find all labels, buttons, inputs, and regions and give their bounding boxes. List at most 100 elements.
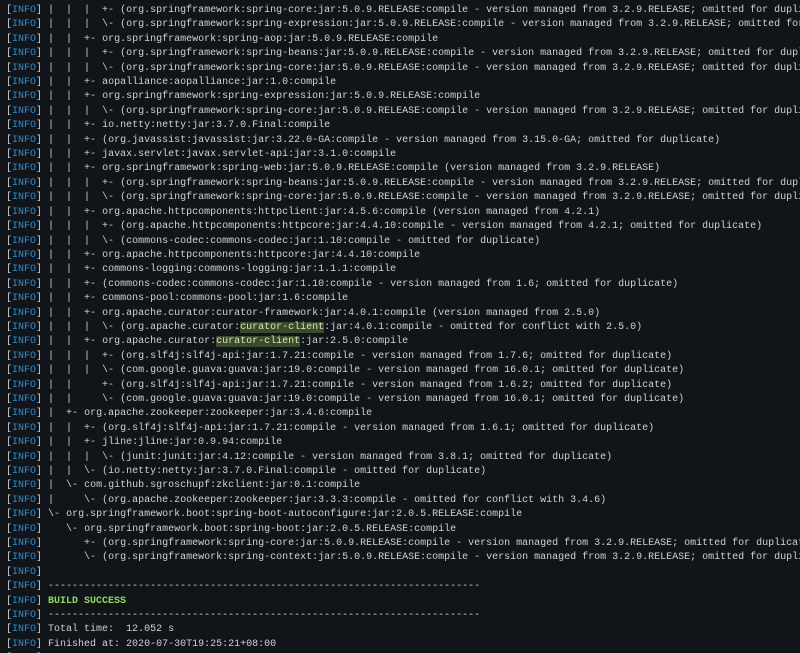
tree-branch: | | +- [48, 34, 102, 45]
log-level: INFO [12, 178, 36, 189]
log-level: INFO [12, 639, 36, 650]
log-level: INFO [12, 149, 36, 160]
tree-branch: | | | +- [48, 5, 120, 16]
dependency-text: org.springframework.boot:spring-boot:jar… [84, 524, 456, 535]
tree-branch: | | | \- [48, 365, 120, 376]
log-level: INFO [12, 596, 36, 607]
log-level: INFO [12, 77, 36, 88]
log-line: [INFO] | \- com.github.sgroschupf:zkclie… [6, 479, 794, 493]
log-level: INFO [12, 279, 36, 290]
dependency-text: org.apache.curator:curator-framework:jar… [102, 308, 600, 319]
dependency-text: jline:jline:jar:0.9.94:compile [102, 437, 282, 448]
tree-branch: | | +- [48, 380, 120, 391]
log-level: INFO [12, 466, 36, 477]
log-level: INFO [12, 120, 36, 131]
log-line: [INFO] | | | \- (org.apache.curator:cura… [6, 321, 794, 335]
log-line: [INFO] \- (org.springframework:spring-co… [6, 551, 794, 565]
tree-branch: | | +- [48, 437, 102, 448]
tree-branch: | | +- [48, 293, 102, 304]
log-level: INFO [12, 264, 36, 275]
log-level: INFO [12, 351, 36, 362]
dependency-text: :jar:4.0.1:compile - omitted for conflic… [324, 322, 642, 333]
log-level: INFO [12, 423, 36, 434]
dependency-text: (org.springframework:spring-core:jar:5.0… [120, 192, 800, 203]
dependency-text: (org.springframework:spring-expression:j… [120, 19, 800, 30]
dependency-text: commons-logging:commons-logging:jar:1.1.… [102, 264, 396, 275]
tree-branch: | | | \- [48, 63, 120, 74]
log-level: INFO [12, 624, 36, 635]
tree-branch: | | | \- [48, 236, 120, 247]
log-level: INFO [12, 34, 36, 45]
log-line: [INFO] | | | \- (org.springframework:spr… [6, 62, 794, 76]
total-time: Total time: 12.052 s [48, 624, 174, 635]
tree-branch: | | +- [48, 207, 102, 218]
log-line: [INFO] | | +- (commons-codec:commons-cod… [6, 278, 794, 292]
log-line: [INFO] BUILD SUCCESS [6, 595, 794, 609]
log-line: [INFO] | | +- commons-logging:commons-lo… [6, 263, 794, 277]
dependency-text: javax.servlet:javax.servlet-api:jar:3.1.… [102, 149, 396, 160]
log-line: [INFO] | | | +- (org.slf4j:slf4j-api:jar… [6, 350, 794, 364]
dependency-text: org.apache.curator: [102, 336, 216, 347]
dependency-text: (com.google.guava:guava:jar:19.0:compile… [120, 365, 684, 376]
dependency-text: aopalliance:aopalliance:jar:1.0:compile [102, 77, 336, 88]
tree-branch: | | | \- [48, 452, 120, 463]
finished-at: Finished at: 2020-07-30T19:25:21+08:00 [48, 639, 276, 650]
log-level: INFO [12, 365, 36, 376]
log-level: INFO [12, 509, 36, 520]
dependency-text: (junit:junit:jar:4.12:compile - version … [120, 452, 612, 463]
log-level: INFO [12, 538, 36, 549]
log-line: [INFO] | | +- commons-pool:commons-pool:… [6, 292, 794, 306]
log-level: INFO [12, 322, 36, 333]
log-level: INFO [12, 336, 36, 347]
log-level: INFO [12, 5, 36, 16]
tree-branch: | | +- [48, 77, 102, 88]
log-line: [INFO] | | | \- (com.google.guava:guava:… [6, 364, 794, 378]
tree-branch: | | +- [48, 149, 102, 160]
tree-branch: \- [48, 524, 84, 535]
tree-branch: \- [48, 509, 66, 520]
dependency-text: org.springframework:spring-web:jar:5.0.9… [102, 163, 660, 174]
log-level: INFO [12, 91, 36, 102]
log-level: INFO [12, 394, 36, 405]
tree-branch: | \- [48, 495, 102, 506]
dependency-text: (org.apache.curator: [120, 322, 240, 333]
log-level: INFO [12, 221, 36, 232]
log-line: [INFO] | | | \- (commons-codec:commons-c… [6, 235, 794, 249]
log-line: [INFO] | | \- (com.google.guava:guava:ja… [6, 393, 794, 407]
tree-branch: | \- [48, 480, 84, 491]
tree-branch: | | +- [48, 336, 102, 347]
maven-console-output: [INFO] | | | +- (org.springframework:spr… [0, 0, 800, 653]
dependency-text: org.springframework:spring-aop:jar:5.0.9… [102, 34, 438, 45]
dependency-text: :jar:2.5.0:compile [300, 336, 408, 347]
dependency-text: (org.springframework:spring-beans:jar:5.… [120, 48, 800, 59]
log-line: [INFO] | | +- io.netty:netty:jar:3.7.0.F… [6, 119, 794, 133]
dependency-text: (org.slf4j:slf4j-api:jar:1.7.21:compile … [120, 351, 672, 362]
log-line: [INFO] \- org.springframework.boot:sprin… [6, 523, 794, 537]
dependency-text: (org.slf4j:slf4j-api:jar:1.7.21:compile … [102, 423, 654, 434]
log-level: INFO [12, 293, 36, 304]
log-level: INFO [12, 63, 36, 74]
log-line: [INFO] | | +- org.springframework:spring… [6, 90, 794, 104]
log-line: [INFO] | | | \- (org.springframework:spr… [6, 105, 794, 119]
log-level: INFO [12, 610, 36, 621]
dependency-text: org.springframework:spring-expression:ja… [102, 91, 480, 102]
tree-branch: | | +- [48, 264, 102, 275]
log-level: INFO [12, 437, 36, 448]
tree-branch: | | | \- [48, 322, 120, 333]
tree-branch: | | | \- [48, 19, 120, 30]
log-line: [INFO] | | +- (org.slf4j:slf4j-api:jar:1… [6, 422, 794, 436]
log-line: [INFO] | | +- aopalliance:aopalliance:ja… [6, 76, 794, 90]
dependency-text: (commons-codec:commons-codec:jar:1.10:co… [120, 236, 540, 247]
dependency-text: (org.apache.httpcomponents:httpcore:jar:… [120, 221, 762, 232]
tree-branch: | | \- [48, 466, 102, 477]
log-line: [INFO] | | +- org.apache.httpcomponents:… [6, 206, 794, 220]
tree-branch: | | | \- [48, 106, 120, 117]
log-level: INFO [12, 163, 36, 174]
tree-branch: | | | +- [48, 221, 120, 232]
dependency-text: com.github.sgroschupf:zkclient:jar:0.1:c… [84, 480, 360, 491]
tree-branch: | | +- [48, 163, 102, 174]
tree-branch: | | +- [48, 120, 102, 131]
log-line: [INFO] | | \- (io.netty:netty:jar:3.7.0.… [6, 465, 794, 479]
dependency-text: io.netty:netty:jar:3.7.0.Final:compile [102, 120, 330, 131]
tree-branch: | | +- [48, 308, 102, 319]
